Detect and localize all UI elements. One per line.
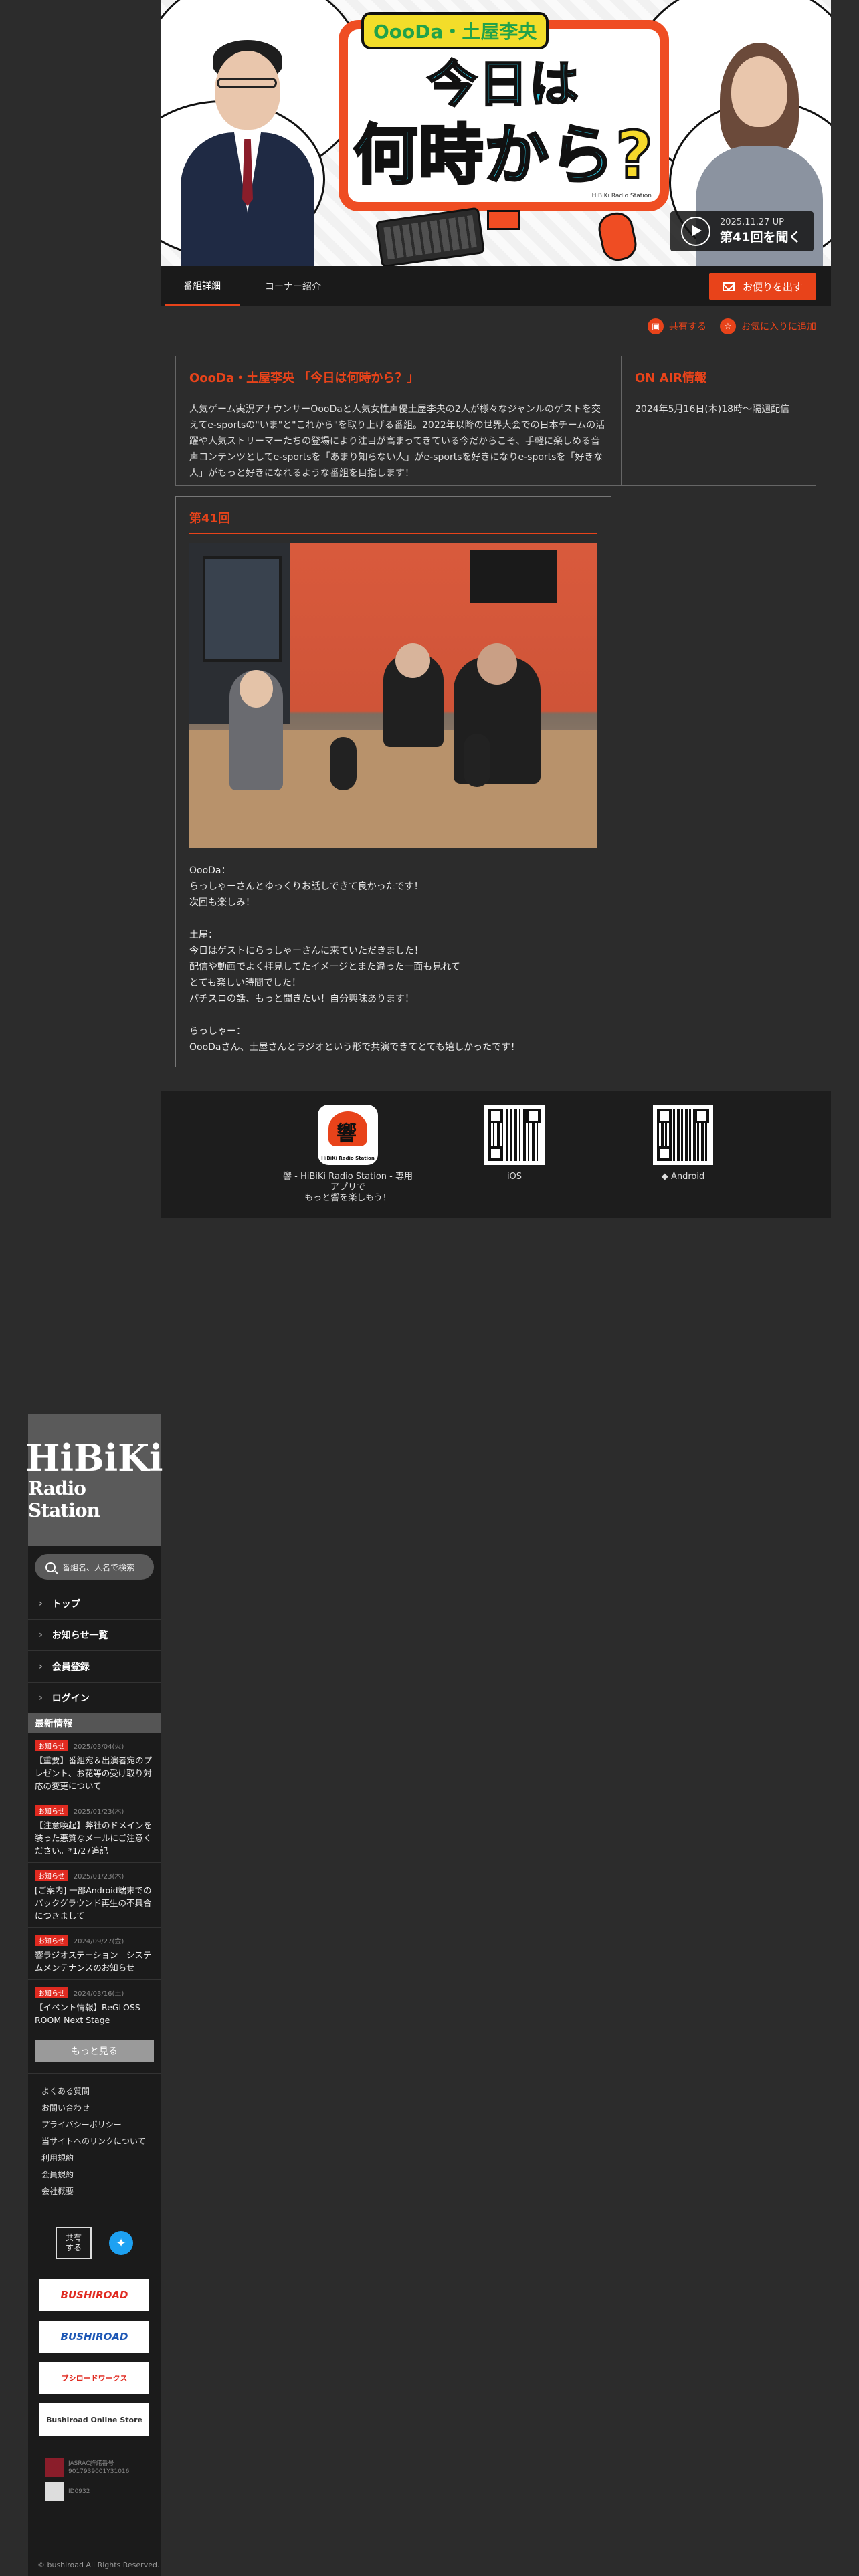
chevron-right-icon: › xyxy=(39,1661,43,1672)
program-actions: ▣ 共有する ☆ お気に入りに追加 xyxy=(161,306,831,346)
sidebar-item-news[interactable]: › お知らせ一覧 xyxy=(28,1619,161,1650)
chevron-right-icon: › xyxy=(39,1598,43,1609)
social-share: 共有 する ✦ xyxy=(28,2227,161,2259)
program-info: OooDa・土屋李央 「今日は何時から？」 人気ゲーム実況アナウンサーOooDa… xyxy=(175,356,816,486)
news-item[interactable]: お知らせ 2025/01/23(木) 【注意喚起】弊社のドメインを装った悪質なメー… xyxy=(28,1798,161,1863)
privacy-link[interactable]: プライバシーポリシー xyxy=(41,2117,147,2133)
comment-guest: らっしゃー： OooDaさん、土屋さんとラジオという形で共演できてとても嬉しかっ… xyxy=(189,1026,520,1053)
episode-comments: OooDa： らっしゃーさんとゆっくりお話しできて良かったです！ 次回も楽しみ！… xyxy=(189,863,597,1055)
linking-policy-link[interactable]: 当サイトへのリンクについて xyxy=(41,2133,147,2150)
comment-ooda: OooDa： らっしゃーさんとゆっくりお話しできて良かったです！ 次回も楽しみ！ xyxy=(189,865,423,908)
news-heading: 最新情報 xyxy=(28,1713,161,1733)
ios-download[interactable]: iOS xyxy=(478,1105,551,1182)
company-link[interactable]: 会社概要 xyxy=(41,2183,147,2200)
favorite-button[interactable]: ☆ お気に入りに追加 xyxy=(720,318,816,334)
twitter-icon[interactable]: ✦ xyxy=(109,2231,133,2255)
onair-text: 2024年5月16日(木)18時〜隔週配信 xyxy=(635,404,790,415)
episode-panel: 第41回 OooDa： らっしゃーさんとゆっくりお話しできて良かったです！ 次回… xyxy=(175,496,611,1067)
app-promo: 響 HiBiKi Radio Station 響 - HiBiKi Radio … xyxy=(281,1105,415,1204)
sidebar-item-register[interactable]: › 会員登録 xyxy=(28,1650,161,1682)
android-icon: ◆ xyxy=(661,1172,668,1182)
share-icon: ▣ xyxy=(648,318,664,334)
sponsor-online-store[interactable]: Bushiroad Online Store xyxy=(39,2403,149,2436)
chevron-right-icon: › xyxy=(39,1693,43,1703)
sidebar-item-top[interactable]: › トップ xyxy=(28,1588,161,1619)
more-news-button[interactable]: もっと見る xyxy=(35,2040,154,2062)
sponsor-bushiroad-music[interactable]: BUSHIROAD xyxy=(39,2321,149,2353)
share-button[interactable]: 共有 する xyxy=(56,2227,92,2259)
program-description: 人気ゲーム実況アナウンサーOooDaと人気女性声優土屋李央の2人が様々なジャンル… xyxy=(189,404,605,479)
sidebar-nav: › トップ › お知らせ一覧 › 会員登録 › ログイン xyxy=(28,1588,161,1713)
footer-links: よくある質問 お問い合わせ プライバシーポリシー 当サイトへのリンクについて 利… xyxy=(28,2073,161,2207)
android-qr-code xyxy=(653,1105,713,1165)
chevron-right-icon: › xyxy=(39,1630,43,1640)
news-item[interactable]: お知らせ 2025/01/23(木) [ご案内] 一部Android端末でのバック… xyxy=(28,1863,161,1928)
program-banner: OooDa・土屋李央 今日は 何時から? HiBiKi Radio Statio… xyxy=(161,0,831,266)
faq-link[interactable]: よくある質問 xyxy=(41,2083,147,2100)
news-list: お知らせ 2025/03/04(火) 【重要】番組宛＆出演者宛のプレゼント、お花等… xyxy=(28,1733,161,2032)
terms-link[interactable]: 利用規約 xyxy=(41,2150,147,2167)
sponsor-bushiroad-works[interactable]: ブシロードワークス xyxy=(39,2362,149,2394)
site-logo[interactable]: HiBiKi Radio Station xyxy=(25,1414,163,1546)
app-download-section: 響 HiBiKi Radio Station 響 - HiBiKi Radio … xyxy=(161,1091,831,1218)
envelope-icon xyxy=(722,282,735,291)
program-title: OooDa・土屋李央 「今日は何時から？」 xyxy=(189,368,607,393)
main-content: OooDa・土屋李央 今日は 何時から? HiBiKi Radio Statio… xyxy=(161,0,831,1218)
sponsor-bushiroad[interactable]: BUSHIROAD xyxy=(39,2279,149,2311)
android-download[interactable]: ◆ Android xyxy=(646,1105,720,1182)
send-letter-button[interactable]: お便りを出す xyxy=(709,273,816,300)
search-icon xyxy=(45,1562,56,1572)
share-button[interactable]: ▣ 共有する xyxy=(648,318,706,334)
hibiki-app-icon[interactable]: 響 HiBiKi Radio Station xyxy=(318,1105,378,1165)
program-tabbar: 番組詳細 コーナー紹介 お便りを出す xyxy=(161,266,831,306)
ios-qr-code xyxy=(484,1105,545,1165)
tab-corner-intro[interactable]: コーナー紹介 xyxy=(246,266,340,306)
play-icon xyxy=(681,217,710,246)
comment-tsuchiya: 土屋： 今日はゲストにらっしゃーさんに来ていただきました！ 配信や動画でよく拝見… xyxy=(189,930,460,1004)
host-ooda-photo xyxy=(181,39,314,266)
star-icon: ☆ xyxy=(720,318,736,334)
onair-title: ON AIR情報 xyxy=(635,368,802,393)
news-item[interactable]: お知らせ 2024/09/27(金) 響ラジオステーション システムメンテナンスの… xyxy=(28,1928,161,1980)
search-input[interactable]: 番組名、人名で検索 xyxy=(35,1554,154,1580)
news-item[interactable]: お知らせ 2025/03/04(火) 【重要】番組宛＆出演者宛のプレゼント、お花等… xyxy=(28,1733,161,1798)
news-item[interactable]: お知らせ 2024/03/16(土) 【イベント情報】ReGLOSS ROOM N… xyxy=(28,1980,161,2032)
contact-link[interactable]: お問い合わせ xyxy=(41,2100,147,2117)
tab-program-detail[interactable]: 番組詳細 xyxy=(165,266,240,306)
sidebar: HiBiKi Radio Station 番組名、人名で検索 › トップ › お知ら… xyxy=(25,1414,163,2576)
nextone-logo-icon xyxy=(45,2482,64,2501)
episode-title: 第41回 xyxy=(189,509,597,534)
jasrac-logo-icon xyxy=(45,2458,64,2477)
licenses: JASRAC許諾番号 9017939001Y31016 ID0932 xyxy=(45,2458,161,2501)
episode-photo xyxy=(189,543,597,848)
member-terms-link[interactable]: 会員規約 xyxy=(41,2167,147,2183)
copyright: © bushiroad All Rights Reserved. xyxy=(37,2561,160,2569)
sidebar-item-login[interactable]: › ログイン xyxy=(28,1682,161,1713)
program-logo: OooDa・土屋李央 今日は 何時から? HiBiKi Radio Statio… xyxy=(339,12,669,211)
play-latest-button[interactable]: 2025.11.27 UP 第41回を聞く xyxy=(670,211,814,251)
